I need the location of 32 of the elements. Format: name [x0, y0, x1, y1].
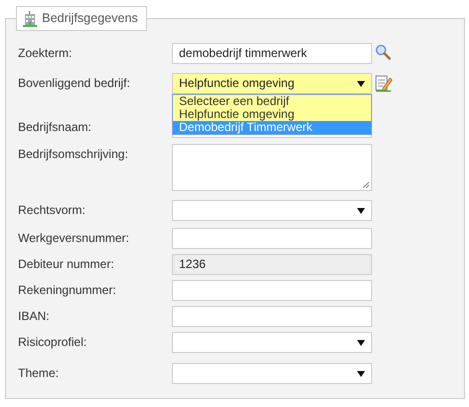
dropdown-option[interactable]: Helpfunctie omgeving	[173, 108, 371, 121]
building-icon	[23, 10, 37, 26]
field-label: Bovenliggend bedrijf:	[18, 75, 132, 92]
field-label: Rechtsvorm:	[18, 202, 86, 219]
caret-icon	[357, 80, 365, 86]
field-label: Werkgeversnummer:	[18, 230, 130, 247]
field-label: Theme:	[18, 365, 60, 382]
field-label: Risicoprofiel:	[18, 334, 88, 351]
text-field[interactable]	[172, 280, 372, 301]
field-label: Bedrijfsomschrijving:	[18, 146, 130, 163]
text-field[interactable]	[172, 228, 372, 249]
legend-title: Bedrijfsgegevens	[42, 10, 138, 28]
edit-icon[interactable]	[375, 74, 393, 92]
text-field[interactable]: demobedrijf timmerwerk	[172, 43, 372, 64]
text-field[interactable]	[172, 306, 372, 327]
field-label: Debiteur nummer:	[18, 256, 116, 273]
dropdown-option[interactable]: Selecteer een bedrijf	[173, 95, 371, 108]
field-label: Rekeningnummer:	[18, 282, 118, 299]
field-label: IBAN:	[18, 308, 50, 325]
field-label: Zoekterm:	[18, 45, 74, 62]
select-field[interactable]: Helpfunctie omgeving	[172, 73, 372, 94]
select-field[interactable]	[172, 363, 372, 384]
search-icon[interactable]	[375, 44, 391, 60]
field-label: Bedrijfsnaam:	[18, 119, 92, 136]
select-field[interactable]	[172, 200, 372, 221]
caret-icon	[357, 340, 365, 346]
resize-grip-icon[interactable]	[363, 182, 369, 188]
readonly-field[interactable]: 1236	[172, 254, 372, 275]
caret-icon	[357, 208, 365, 214]
text-area[interactable]	[172, 144, 372, 191]
caret-icon	[357, 370, 365, 376]
select-field[interactable]	[172, 332, 372, 353]
